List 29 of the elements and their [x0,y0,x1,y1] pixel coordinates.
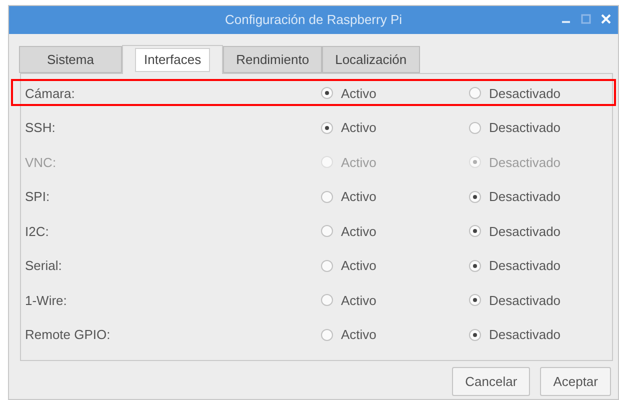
radio-option[interactable]: Desactivado [469,325,561,344]
radio-option[interactable]: Activo [321,256,376,276]
tab[interactable]: Localización [322,46,420,73]
setting-label: Remote GPIO: [25,326,110,344]
setting-label: 1-Wire: [25,292,67,310]
setting-label: VNC: [25,154,56,172]
dialog-button[interactable]: Cancelar [452,367,530,396]
setting-label: I2C: [25,222,49,240]
radio-option[interactable]: Desactivado [469,256,561,276]
radio-option[interactable]: Desactivado [469,118,561,138]
dialog-button[interactable]: Aceptar [540,367,611,396]
radio-option[interactable]: Desactivado [469,222,561,241]
setting-label: SSH: [25,119,56,137]
radio-option[interactable]: Activo [321,325,376,344]
tab[interactable]: Rendimiento [223,46,322,73]
radio-option[interactable]: Activo [321,222,376,241]
radio-option[interactable]: Desactivado [469,290,561,310]
radio-option[interactable]: Desactivado [469,187,561,206]
setting-label: Serial: [25,257,62,275]
radio-option[interactable]: Activo [321,84,376,103]
setting-label: Cámara: [25,84,75,102]
radio-option[interactable]: Activo [321,187,376,206]
radio-option[interactable]: Desactivado [469,84,561,103]
tab[interactable]: Sistema [19,46,122,73]
radio-option[interactable]: Activo [321,290,376,310]
setting-label: SPI: [25,188,50,206]
tab[interactable]: Interfaces [122,45,224,74]
radio-option[interactable]: Activo [321,118,376,138]
window-title: Configuración de Raspberry Pi [224,11,402,30]
